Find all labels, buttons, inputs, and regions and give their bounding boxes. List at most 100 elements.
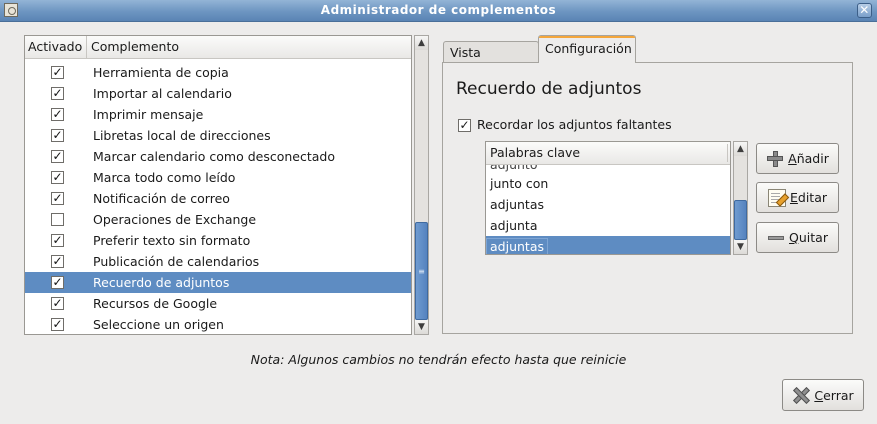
addon-enabled-cell: ✓: [25, 272, 88, 293]
tab-general[interactable]: Vista general: [443, 41, 539, 82]
keywords-column-header[interactable]: Palabras clave: [486, 142, 730, 165]
panel-title: Recuerdo de adjuntos: [456, 79, 642, 99]
addon-name: Marca todo como leído: [93, 170, 236, 185]
addon-row[interactable]: ✓ Libretas local de direcciones: [25, 125, 411, 146]
addon-row[interactable]: ✓ Importar al calendario: [25, 83, 411, 104]
addon-enabled-cell: [25, 209, 88, 230]
minus-icon: [767, 229, 785, 247]
addon-enabled-checkbox[interactable]: [51, 213, 64, 226]
keyword-row[interactable]: adjuntas: [486, 236, 730, 254]
addon-row[interactable]: ✓ Publicación de calendarios: [25, 251, 411, 272]
addon-enabled-checkbox[interactable]: ✓: [51, 255, 64, 268]
addon-enabled-cell: ✓: [25, 104, 88, 125]
keywords-rows: adjunto junto con adjuntas adjunta adjuntas: [486, 165, 730, 254]
remember-attachments-checkbox[interactable]: ✓: [458, 119, 471, 132]
addon-enabled-checkbox[interactable]: ✓: [51, 192, 64, 205]
addon-enabled-cell: ✓: [25, 83, 88, 104]
addon-name: Marcar calendario como desconectado: [93, 149, 336, 164]
keywords-list[interactable]: Palabras clave adjuntojunto conadjuntasa…: [485, 141, 731, 255]
scroll-down-arrow-icon[interactable]: ▼: [415, 320, 428, 334]
addon-name: Notificación de correo: [93, 191, 230, 206]
addon-rows: ✓ Herramienta de copia ✓ Importar al calend…: [25, 62, 411, 334]
addon-name: Recuerdo de adjuntos: [93, 275, 230, 290]
addon-row[interactable]: ✓ Herramienta de copia: [25, 62, 411, 83]
column-header-addon[interactable]: Complemento: [87, 36, 179, 58]
addon-name: Publicación de calendarios: [93, 254, 260, 269]
title-bar: Administrador de complementos ✕: [0, 0, 877, 22]
addon-enabled-cell: ✓: [25, 125, 88, 146]
addon-name: Imprimir mensaje: [93, 107, 204, 122]
keyword-text: adjuntas: [486, 238, 548, 254]
addon-row[interactable]: ✓ Marca todo como leído: [25, 167, 411, 188]
scroll-up-arrow-icon[interactable]: ▲: [734, 142, 747, 156]
addon-row[interactable]: ✓ Recursos de Google: [25, 293, 411, 314]
app-icon[interactable]: [4, 3, 18, 17]
addon-enabled-checkbox[interactable]: ✓: [51, 150, 64, 163]
keyword-text: adjunta: [490, 218, 538, 233]
addon-list-scrollbar[interactable]: ▲ ≡ ▼: [414, 35, 429, 335]
addon-name: Herramienta de copia: [93, 65, 229, 80]
close-button[interactable]: Cerrar: [782, 379, 864, 411]
edit-keyword-button[interactable]: Editar: [756, 182, 839, 213]
keyword-text: junto con: [490, 176, 549, 191]
close-x-icon: [792, 386, 810, 404]
restart-note: Nota: Algunos cambios no tendrán efecto …: [250, 352, 627, 367]
addon-name: Seleccione un origen: [93, 317, 224, 332]
addon-enabled-cell: ✓: [25, 188, 88, 209]
addon-enabled-cell: ✓: [25, 251, 88, 272]
add-keyword-button[interactable]: Añadir: [756, 143, 839, 174]
scroll-thumb[interactable]: [734, 200, 747, 240]
addon-name: Preferir texto sin formato: [93, 233, 251, 248]
keyword-row[interactable]: adjunta: [486, 215, 730, 236]
edit-icon: [767, 188, 786, 207]
addon-enabled-cell: ✓: [25, 62, 88, 83]
addon-enabled-checkbox[interactable]: ✓: [51, 108, 64, 121]
remove-label: uitar: [798, 230, 828, 245]
close-mnemonic: C: [814, 387, 824, 403]
edit-mnemonic: E: [789, 190, 798, 205]
addon-enabled-cell: ✓: [25, 314, 88, 334]
addon-enabled-checkbox[interactable]: ✓: [51, 129, 64, 142]
remember-attachments-label[interactable]: Recordar los adjuntos faltantes: [477, 117, 672, 132]
addon-row[interactable]: ✓ Marcar calendario como desconectado: [25, 146, 411, 167]
addon-row[interactable]: Operaciones de Exchange: [25, 209, 411, 230]
addon-enabled-checkbox[interactable]: ✓: [51, 276, 64, 289]
addon-enabled-checkbox[interactable]: ✓: [51, 171, 64, 184]
keyword-row[interactable]: adjuntas: [486, 194, 730, 215]
plus-icon: [766, 150, 784, 168]
addon-enabled-checkbox[interactable]: ✓: [51, 318, 64, 331]
scroll-up-arrow-icon[interactable]: ▲: [415, 36, 428, 50]
addon-enabled-checkbox[interactable]: ✓: [51, 297, 64, 310]
addon-name: Importar al calendario: [93, 86, 232, 101]
window-close-button[interactable]: ✕: [857, 3, 872, 18]
add-label: ñadir: [796, 151, 829, 166]
scroll-down-arrow-icon[interactable]: ▼: [734, 240, 747, 254]
addon-list-header: Activado Complemento: [25, 36, 411, 59]
remove-keyword-button[interactable]: Quitar: [756, 222, 839, 253]
addon-row[interactable]: ✓ Seleccione un origen: [25, 314, 411, 334]
addon-row[interactable]: ✓ Notificación de correo: [25, 188, 411, 209]
addon-row[interactable]: ✓ Preferir texto sin formato: [25, 230, 411, 251]
keyword-row[interactable]: junto con: [486, 173, 730, 194]
keyword-text: adjunto: [490, 165, 537, 172]
addon-enabled-cell: ✓: [25, 230, 88, 251]
addon-enabled-cell: ✓: [25, 167, 88, 188]
addon-row[interactable]: ✓ Imprimir mensaje: [25, 104, 411, 125]
column-header-enabled[interactable]: Activado: [25, 36, 87, 58]
addon-row[interactable]: ✓ Recuerdo de adjuntos: [25, 272, 411, 293]
addon-enabled-checkbox[interactable]: ✓: [51, 87, 64, 100]
keywords-scrollbar[interactable]: ▲ ▼: [733, 141, 748, 255]
addon-name: Operaciones de Exchange: [93, 212, 257, 227]
window-title: Administrador de complementos: [320, 3, 557, 17]
addon-list[interactable]: Activado Complemento ✓ Herramienta de cop…: [24, 35, 412, 335]
tab-configuration[interactable]: Configuración: [538, 35, 636, 63]
close-label: errar: [823, 387, 854, 403]
addon-name: Recursos de Google: [93, 296, 218, 311]
addon-enabled-checkbox[interactable]: ✓: [51, 234, 64, 247]
addon-name: Libretas local de direcciones: [93, 128, 271, 143]
keyword-row[interactable]: adjunto: [486, 165, 730, 173]
keyword-text: adjuntas: [490, 197, 544, 212]
scroll-thumb[interactable]: ≡: [415, 222, 428, 320]
addon-enabled-checkbox[interactable]: ✓: [51, 66, 64, 79]
add-mnemonic: A: [788, 151, 797, 166]
